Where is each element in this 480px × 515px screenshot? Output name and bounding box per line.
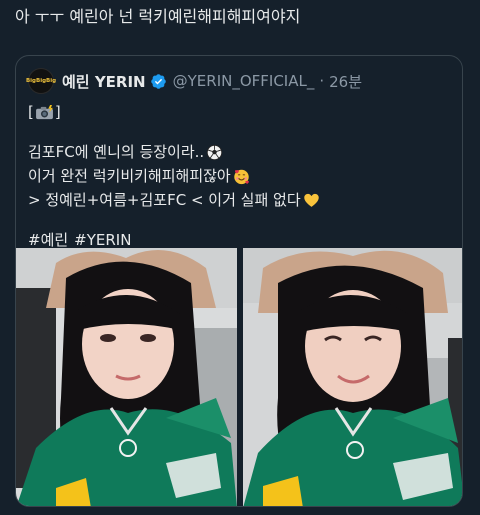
- body-line-3: > 정예린+여름+김포FC < 이거 실패 없다: [28, 188, 448, 212]
- body-line-2-text: 이거 완전 럭키비키해피해피잖아: [28, 167, 231, 185]
- separator-dot: ·: [319, 72, 325, 90]
- photo-1[interactable]: [16, 248, 238, 506]
- smiling-face-with-hearts-icon: [234, 169, 249, 184]
- body-line-1-text: 김포FC에 옌니의 등장이라..: [28, 143, 205, 161]
- avatar[interactable]: BigBigBig: [25, 68, 57, 94]
- quoted-tweet-card[interactable]: BigBigBig 예린 YERIN @YERIN_OFFICIAL_ · 26…: [15, 55, 463, 507]
- photo-2[interactable]: [242, 248, 462, 506]
- bracket-close: ]: [54, 103, 61, 121]
- tweet-page: 아 ㅜㅜ 예린아 넌 럭키예린해피해피여야지 BigBigBig 예린 YERI…: [0, 0, 480, 515]
- photo-grid: [16, 248, 462, 506]
- quoted-tweet-body: [ ] 김포FC에 옌니의 등장이라.. 이거 완전 럭키비키해피해피잖아 > …: [28, 100, 448, 252]
- selfie-photo-2: [242, 248, 462, 506]
- verified-badge-icon: [150, 73, 166, 89]
- tweet-text: 아 ㅜㅜ 예린아 넌 럭키예린해피해피여야지: [15, 7, 301, 26]
- camera-line: [ ]: [28, 100, 448, 124]
- timestamp[interactable]: 26분: [329, 71, 362, 92]
- soccer-ball-icon: [207, 144, 223, 160]
- body-line-2: 이거 완전 럭키비키해피해피잖아: [28, 164, 448, 188]
- bracket-open: [: [28, 103, 34, 121]
- camera-flash-icon: [35, 104, 53, 119]
- yellow-heart-icon: [303, 193, 319, 207]
- selfie-photo-1: [16, 248, 237, 506]
- user-handle[interactable]: @YERIN_OFFICIAL_: [173, 72, 315, 90]
- body-line-1: 김포FC에 옌니의 등장이라..: [28, 140, 448, 164]
- quoted-tweet-header: BigBigBig 예린 YERIN @YERIN_OFFICIAL_ · 26…: [25, 68, 362, 94]
- body-line-3-text: > 정예린+여름+김포FC < 이거 실패 없다: [28, 191, 301, 209]
- avatar-logo-text: BigBigBig: [25, 78, 57, 84]
- display-name[interactable]: 예린 YERIN: [62, 71, 146, 92]
